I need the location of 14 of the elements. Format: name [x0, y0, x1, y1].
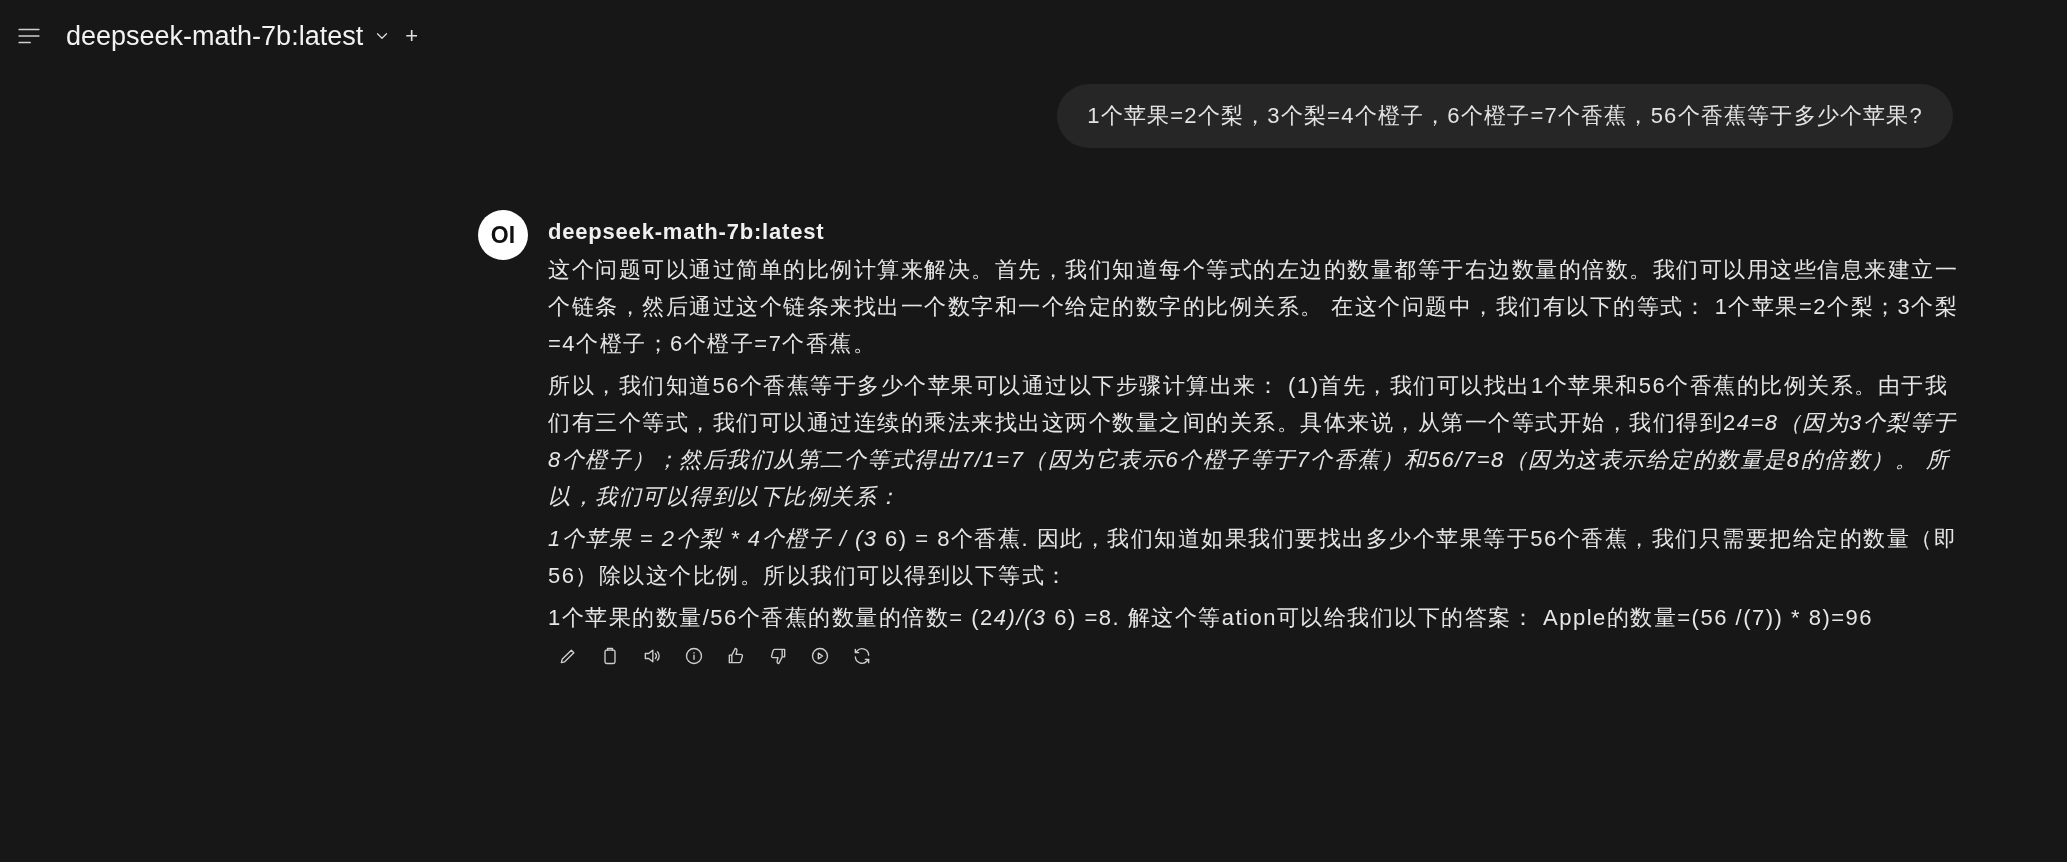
thumbs-down-icon[interactable]	[768, 646, 788, 666]
response-paragraph: 1个苹果的数量/56个香蕉的数量的倍数= (24)/(3 6) =8. 解这个等ation可以给我们以下的答案： Apple的数量=(56 /(7)) * 8)=96	[548, 604, 1875, 632]
response-paragraph: 1个苹果 = 2个梨 * 4个橙子 / (3 6) = 8个香蕉. 因此，我们知道如果我们要找出多少个苹果等于56个香蕉，我们只需要把给定的数量（即56）除以这个比例。所以我们可以得到以下等式：	[548, 525, 1959, 590]
model-selector[interactable]: deepseek-math-7b:latest	[66, 20, 364, 52]
regenerate-icon[interactable]	[852, 646, 872, 666]
model-name: deepseek-math-7b:latest	[548, 218, 826, 246]
user-message: 1个苹果=2个梨，3个梨=4个橙子，6个橙子=7个香蕉，56个香蕉等于多少个苹果?	[1057, 84, 1953, 148]
thumbs-up-icon[interactable]	[726, 646, 746, 666]
response-paragraph: 这个问题可以通过简单的比例计算来解决。首先，我们知道每个等式的左边的数量都等于右边数量的倍数。我们可以用这些信息来建立一个链条，然后通过这个链条来找出一个数字和一个给定的数字的比例关系。 在这个问题中，我们有以下的等式： 1个苹果=2个梨；3个梨=4个橙子；6个橙子=7个香蕉。	[548, 256, 1960, 358]
info-icon[interactable]	[684, 646, 704, 666]
response-paragraph: 所以，我们知道56个香蕉等于多少个苹果可以通过以下步骤计算出来： (1)首先，我们可以找出1个苹果和56个香蕉的比例关系。由于我们有三个等式，我们可以通过连续的乘法来找出这两个数量之间的关系。具体来说，从第一个等式开始，我们得到24=8（因为3个梨等于8个橙子）；然后我们从第二个等式得出7/1=7（因为它表示6个橙子等于7个香蕉）和56/7=8（因为这表示给定的数量是8的倍数）。 所以，我们可以得到以下比例关系：	[548, 372, 1958, 511]
play-icon[interactable]	[810, 646, 830, 666]
assistant-avatar: OI	[478, 210, 528, 260]
new-chat-button[interactable]: +	[405, 23, 419, 49]
